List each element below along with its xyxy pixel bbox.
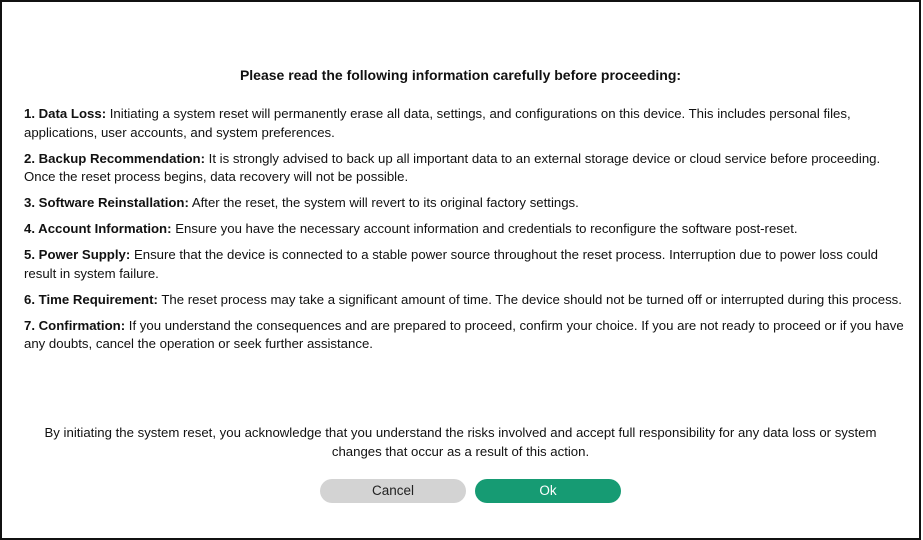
warning-item-time: 6. Time Requirement: The reset process m… bbox=[24, 291, 907, 310]
warning-list: 1. Data Loss: Initiating a system reset … bbox=[24, 105, 907, 361]
warning-item-title: 2. Backup Recommendation: bbox=[24, 150, 205, 166]
warning-item-data-loss: 1. Data Loss: Initiating a system reset … bbox=[24, 105, 907, 142]
warning-item-account: 4. Account Information: Ensure you have … bbox=[24, 220, 907, 239]
warning-item-title: 5. Power Supply: bbox=[24, 247, 131, 262]
warning-item-text: After the reset, the system will revert … bbox=[191, 195, 579, 210]
warning-item-title: 1. Data Loss: bbox=[24, 106, 107, 121]
warning-item-title: 3. Software Reinstallation: bbox=[24, 195, 189, 210]
warning-item-text: Ensure you have the necessary account in… bbox=[175, 221, 798, 236]
dialog-button-row: Cancel Ok bbox=[320, 479, 622, 503]
ok-button[interactable]: Ok bbox=[475, 479, 621, 503]
reset-warning-dialog: Please read the following information ca… bbox=[0, 0, 921, 540]
warning-item-title: 4. Account Information: bbox=[24, 221, 172, 236]
warning-item-text: If you understand the consequences and a… bbox=[24, 317, 904, 352]
warning-item-text: Initiating a system reset will permanent… bbox=[24, 106, 851, 140]
acknowledgement-text: By initiating the system reset, you ackn… bbox=[44, 425, 877, 459]
warning-item-confirmation: 7. Confirmation: If you understand the c… bbox=[24, 317, 907, 354]
warning-item-text: Ensure that the device is connected to a… bbox=[24, 247, 879, 281]
warning-item-backup: 2. Backup Recommendation: It is strongly… bbox=[24, 150, 907, 187]
warning-item-text: The reset process may take a significant… bbox=[161, 291, 902, 307]
cancel-button[interactable]: Cancel bbox=[320, 479, 466, 503]
warning-item-power: 5. Power Supply: Ensure that the device … bbox=[24, 246, 907, 283]
warning-item-software: 3. Software Reinstallation: After the re… bbox=[24, 194, 907, 213]
warning-item-title: 7. Confirmation: bbox=[24, 317, 126, 333]
warning-item-title: 6. Time Requirement: bbox=[24, 291, 158, 307]
dialog-heading: Please read the following information ca… bbox=[239, 67, 682, 83]
